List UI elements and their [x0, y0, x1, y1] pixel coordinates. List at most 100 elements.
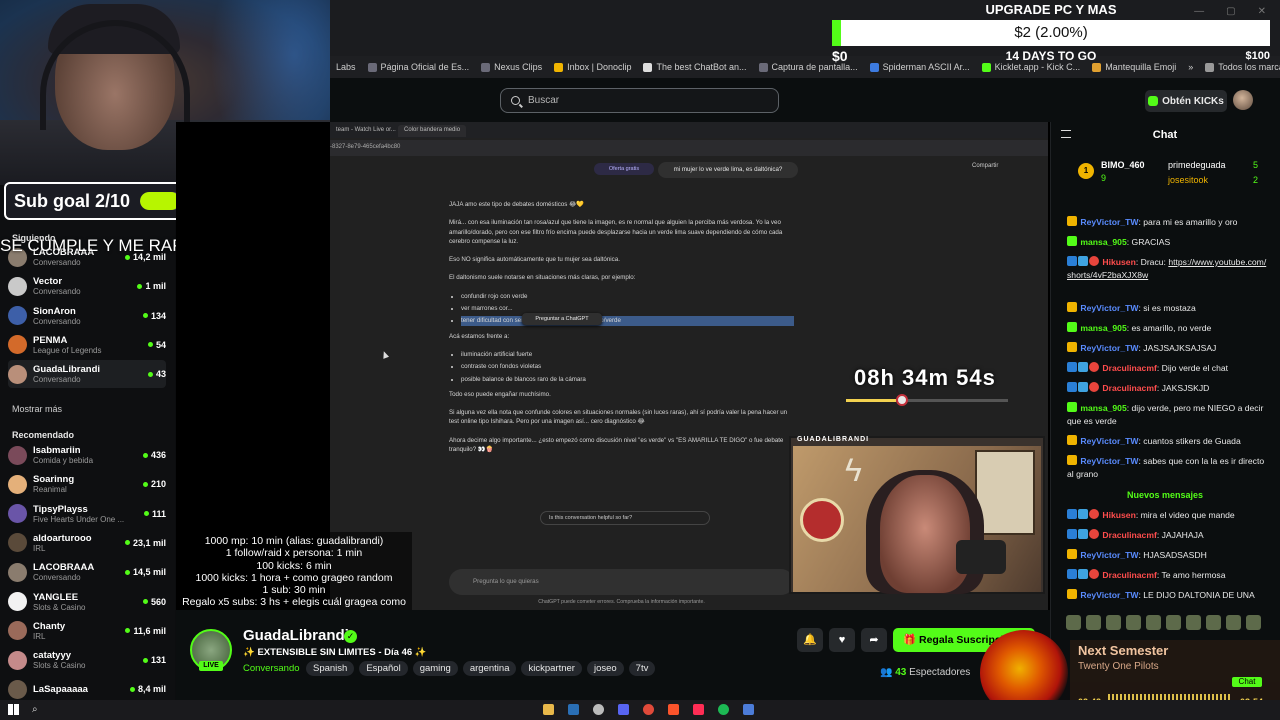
- app-icon[interactable]: [743, 704, 754, 715]
- emote-icon[interactable]: [1086, 615, 1101, 630]
- channel-avatar: [8, 650, 27, 670]
- chat-username[interactable]: Draculinacmf: [1102, 363, 1156, 373]
- emote-icon[interactable]: [1246, 615, 1261, 630]
- sidebar-channel[interactable]: SionAron Conversando 134: [8, 302, 166, 330]
- bookmark-item[interactable]: Nexus Clips: [475, 62, 548, 72]
- search-input[interactable]: Buscar: [500, 88, 779, 113]
- chat-username[interactable]: Hikusen: [1102, 257, 1135, 267]
- tag[interactable]: kickpartner: [521, 661, 582, 676]
- emote-icon[interactable]: [1066, 615, 1081, 630]
- emote-icon[interactable]: [1226, 615, 1241, 630]
- sidebar-channel[interactable]: Soarinng Reanimal 210: [8, 470, 166, 498]
- chat-username[interactable]: ReyVictor_TW: [1080, 456, 1138, 466]
- chat-username[interactable]: ReyVictor_TW: [1080, 590, 1138, 600]
- chat-username[interactable]: mansa_905: [1080, 323, 1126, 333]
- file-explorer-icon[interactable]: [543, 704, 554, 715]
- sidebar-channel[interactable]: aldoarturooo IRL 23,1 mil: [8, 529, 166, 557]
- chat-username[interactable]: Draculinacmf: [1102, 530, 1156, 540]
- stream-category[interactable]: Conversando: [243, 663, 300, 674]
- get-kicks-button[interactable]: Obtén KICKs: [1145, 90, 1227, 112]
- share-icon: ➦: [869, 634, 879, 646]
- bookmark-item[interactable]: Inbox | Donoclip: [548, 62, 637, 72]
- channel-name: SionAron: [33, 305, 76, 317]
- user-avatar[interactable]: [1233, 90, 1253, 110]
- user-message-bubble: mi mujer lo ve verde lima, es daltónica?: [658, 162, 798, 178]
- emote-icon[interactable]: [1206, 615, 1221, 630]
- heart-badge-icon: [1089, 256, 1099, 266]
- bookmark-item[interactable]: The best ChatBot an...: [637, 62, 752, 72]
- tag[interactable]: argentina: [462, 661, 517, 676]
- badge-icon: [1067, 549, 1077, 559]
- follow-heart-button[interactable]: ♥: [829, 628, 855, 652]
- taskbar-search-icon[interactable]: ⌕: [32, 704, 38, 715]
- steam-icon[interactable]: [568, 704, 579, 715]
- sidebar-channel[interactable]: Chanty IRL 11,6 mil: [8, 617, 166, 645]
- emote-icon[interactable]: [1106, 615, 1121, 630]
- badge-icon: [1078, 509, 1088, 519]
- chat-username[interactable]: ReyVictor_TW: [1080, 303, 1138, 313]
- chrome-icon[interactable]: [643, 704, 654, 715]
- live-dot-icon: [142, 481, 148, 487]
- leader-name[interactable]: primedeguada: [1168, 160, 1226, 170]
- show-more-link[interactable]: Mostrar más: [12, 404, 62, 414]
- sidebar-channel[interactable]: LACOBRAAA Conversando 14,5 mil: [8, 558, 166, 586]
- emote-icon[interactable]: [1146, 615, 1161, 630]
- tag[interactable]: gaming: [412, 661, 458, 676]
- badge-icon: [1067, 402, 1077, 412]
- sidebar-channel[interactable]: Isabmariin Comida y bebida 436: [8, 441, 166, 469]
- chat-text: HJASADSASDH: [1143, 550, 1207, 560]
- channel-category: Conversando: [33, 287, 81, 297]
- leader-name[interactable]: josesitook: [1168, 175, 1208, 185]
- chat-username[interactable]: Draculinacmf: [1102, 383, 1156, 393]
- badge-icon: [1067, 589, 1077, 599]
- chat-message: ReyVictor_TW: sabes que con la la es ir …: [1067, 455, 1265, 480]
- chat-text: Dijo verde el chat: [1161, 363, 1229, 373]
- chat-username[interactable]: ReyVictor_TW: [1080, 550, 1138, 560]
- badge-icon: [1067, 216, 1077, 226]
- chat-text: JASJSAJKSAJSAJ: [1143, 343, 1217, 353]
- chat-username[interactable]: ReyVictor_TW: [1080, 217, 1138, 227]
- bookmark-item[interactable]: Labs: [330, 62, 362, 72]
- windows-start-icon[interactable]: [8, 704, 19, 715]
- streamer-name[interactable]: GuadaLibrandi: [243, 627, 349, 644]
- emote-icon[interactable]: [1126, 615, 1141, 630]
- tag[interactable]: 7tv: [628, 661, 656, 676]
- notification-bell-button[interactable]: 🔔: [797, 628, 823, 652]
- channel-name: TipsyPlayss: [33, 503, 88, 515]
- chat-username[interactable]: ReyVictor_TW: [1080, 436, 1138, 446]
- emote-icon[interactable]: [1186, 615, 1201, 630]
- brave-icon[interactable]: [668, 704, 679, 715]
- sidebar-channel[interactable]: YANGLEE Slots & Casino 560: [8, 588, 166, 616]
- channel-name: GuadaLibrandi: [33, 364, 101, 376]
- emote-icon[interactable]: [1166, 615, 1181, 630]
- discord-icon[interactable]: [618, 704, 629, 715]
- tag[interactable]: Spanish: [306, 661, 355, 676]
- tag[interactable]: Español: [359, 661, 408, 676]
- chat-username[interactable]: mansa_905: [1080, 403, 1126, 413]
- channel-category: Conversando: [33, 258, 81, 267]
- spotify-icon[interactable]: [718, 704, 729, 715]
- chat-username[interactable]: Hikusen: [1102, 510, 1135, 520]
- channel-avatar: [8, 335, 27, 355]
- leader-name[interactable]: BIMO_460: [1101, 160, 1145, 170]
- disclaimer: ChatGPT puede cometer errores. Comprueba…: [538, 599, 705, 605]
- chat-username[interactable]: Draculinacmf: [1102, 570, 1156, 580]
- bookmark-item[interactable]: Página Oficial de Es...: [362, 62, 476, 72]
- chat-username[interactable]: ReyVictor_TW: [1080, 343, 1138, 353]
- channel-category: Slots & Casino: [33, 661, 86, 671]
- sidebar-channel[interactable]: TipsyPlayss Five Hearts Under One ... 111: [8, 500, 166, 528]
- media-icon[interactable]: [693, 704, 704, 715]
- sidebar-channel[interactable]: GuadaLibrandi Conversando 43: [8, 360, 166, 389]
- sidebar-channel[interactable]: catatyyy Slots & Casino 131: [8, 646, 166, 674]
- sidebar-channel[interactable]: PENMA League of Legends 54: [8, 331, 166, 359]
- list-item: ver marrones cor...: [461, 304, 794, 313]
- tag[interactable]: joseo: [586, 661, 624, 676]
- emote-bar: [1066, 615, 1270, 633]
- chat-message: mansa_905: dijo verde, pero me NIEGO a d…: [1067, 402, 1264, 427]
- live-dot-icon: [124, 569, 130, 575]
- badge-icon: [1078, 529, 1088, 539]
- share-button[interactable]: ➦: [861, 628, 887, 652]
- chat-username[interactable]: mansa_905: [1080, 237, 1126, 247]
- sidebar-channel[interactable]: Vector Conversando 1 mil: [8, 272, 166, 300]
- settings-icon[interactable]: [593, 704, 604, 715]
